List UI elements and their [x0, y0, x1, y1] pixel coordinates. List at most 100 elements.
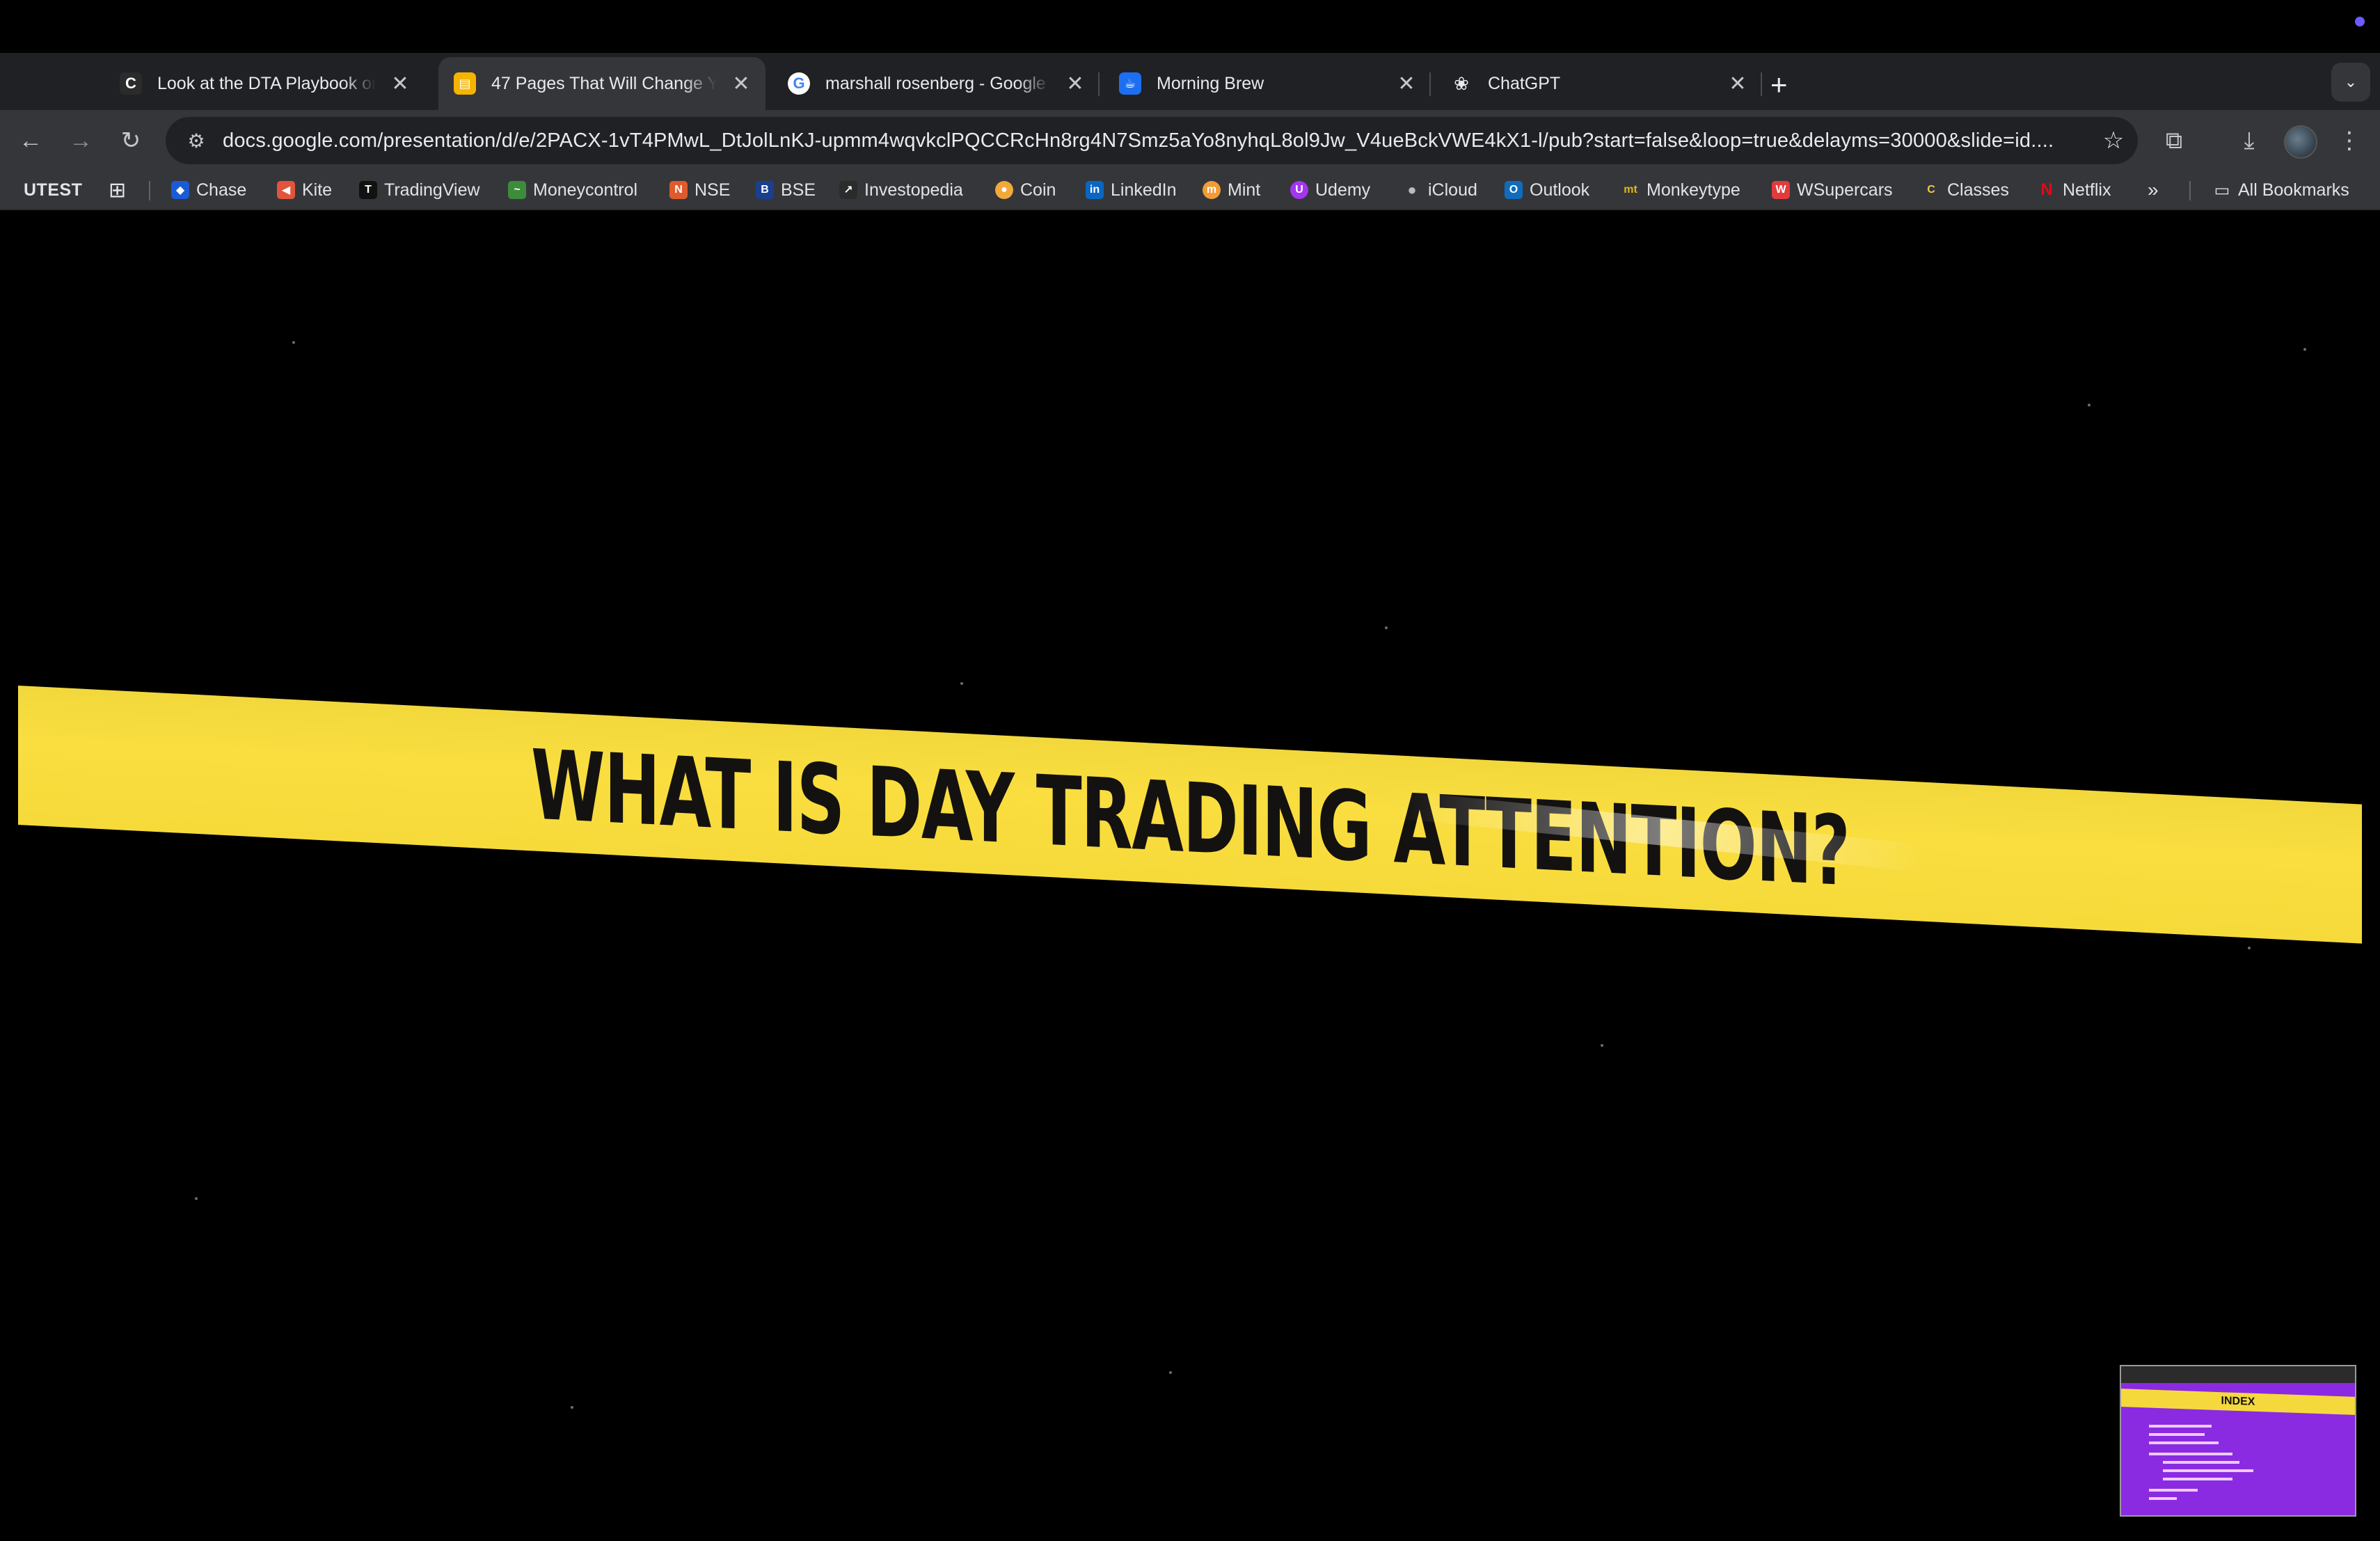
- thumbnail-text-line: [2149, 1453, 2232, 1455]
- bookmark-label: Udemy: [1315, 180, 1371, 200]
- close-tab-icon[interactable]: ✕: [1066, 72, 1084, 96]
- back-arrow-icon[interactable]: ←: [13, 123, 49, 159]
- bookmark-chase[interactable]: ◆ Chase: [171, 177, 246, 203]
- bookmark-wsupercars[interactable]: W WSupercars: [1772, 177, 1893, 203]
- bookmark-label: LinkedIn: [1111, 180, 1177, 200]
- menu-kebab-icon[interactable]: ⋮: [2331, 123, 2367, 159]
- status-dot-icon: [2355, 17, 2365, 26]
- investopedia-icon: ↗: [839, 181, 857, 199]
- bookmark-label: Outlook: [1530, 180, 1590, 200]
- profile-avatar[interactable]: [2284, 125, 2317, 159]
- folder-icon: ▭: [2214, 180, 2230, 200]
- bookmark-outlook[interactable]: O Outlook: [1505, 177, 1589, 203]
- bookmark-label: Moneycontrol: [533, 180, 638, 200]
- tradingview-icon: T: [359, 181, 377, 199]
- dust-speck: [960, 682, 963, 685]
- tab-title: ChatGPT: [1488, 73, 1561, 93]
- bookmark-mint[interactable]: m Mint: [1203, 177, 1260, 203]
- tab-chatgpt[interactable]: ❀ ChatGPT ✕: [1435, 57, 1762, 110]
- thumbnail-text-line: [2163, 1478, 2232, 1480]
- forward-arrow-icon[interactable]: →: [63, 123, 99, 159]
- nse-icon: N: [669, 181, 688, 199]
- wsupercars-icon: W: [1772, 181, 1790, 199]
- bookmark-all-bookmarks[interactable]: ▭ All Bookmarks: [2213, 177, 2349, 203]
- close-tab-icon[interactable]: ✕: [1729, 72, 1747, 96]
- tab-47-pages[interactable]: ▤ 47 Pages That Will Change Yo ✕: [438, 57, 765, 110]
- tab-morning-brew[interactable]: ☕ Morning Brew ✕: [1104, 57, 1431, 110]
- bookmark-icloud[interactable]: ● iCloud: [1403, 177, 1477, 203]
- slide-headline: WHAT IS DAY TRADING ATTENTION?: [530, 728, 1850, 908]
- bookmark-nse[interactable]: N NSE: [669, 177, 730, 203]
- apps-grid-icon[interactable]: ⊞: [109, 177, 126, 203]
- apple-icon: ●: [1407, 181, 1417, 198]
- reload-icon[interactable]: ↻: [113, 123, 149, 159]
- coin-icon: ●: [995, 181, 1013, 199]
- bookmark-label: All Bookmarks: [2238, 180, 2349, 200]
- bookmark-utest[interactable]: UTEST: [24, 177, 82, 203]
- bookmark-kite[interactable]: ◀ Kite: [277, 177, 332, 203]
- site-info-icon[interactable]: ⚙: [175, 129, 217, 152]
- bookmark-netflix[interactable]: N Netflix: [2038, 177, 2111, 203]
- bookmark-coin[interactable]: ● Coin: [995, 177, 1056, 203]
- morning-brew-favicon-icon: ☕: [1119, 72, 1141, 95]
- bookmark-label: Mint: [1228, 180, 1261, 200]
- thumbnail-heading: INDEX: [2221, 1395, 2255, 1408]
- dust-speck: [292, 341, 295, 344]
- udemy-icon: U: [1290, 181, 1308, 199]
- bookmark-label: UTEST: [24, 180, 83, 200]
- bookmark-classes[interactable]: C Classes: [1922, 177, 2009, 203]
- linkedin-icon: in: [1086, 181, 1104, 199]
- bookmark-moneycontrol[interactable]: ~ Moneycontrol: [508, 177, 637, 203]
- dust-speck: [2088, 404, 2091, 406]
- bookmark-star-icon[interactable]: ☆: [2089, 127, 2138, 155]
- tab-title: 47 Pages That Will Change Yo: [491, 73, 717, 93]
- tab-separator: [1098, 72, 1100, 96]
- browser-toolbar: ← → ↻ ⚙ docs.google.com/presentation/d/e…: [0, 110, 2380, 171]
- extensions-puzzle-icon[interactable]: ⧉: [2156, 123, 2192, 159]
- dust-speck: [2248, 947, 2251, 949]
- chase-icon: ◆: [171, 181, 189, 199]
- bookmark-label: Chase: [196, 180, 247, 200]
- close-tab-icon[interactable]: ✕: [732, 72, 750, 96]
- close-tab-icon[interactable]: ✕: [391, 72, 409, 96]
- bookmarks-bar: UTEST ⊞ ◆ Chase ◀ Kite T TradingView ~ Money…: [0, 171, 2380, 210]
- dust-speck: [2303, 348, 2306, 351]
- bookmark-linkedin[interactable]: in LinkedIn: [1086, 177, 1177, 203]
- bookmark-bse[interactable]: B BSE: [756, 177, 816, 203]
- slide-thumbnail-preview[interactable]: INDEX: [2120, 1365, 2356, 1517]
- dust-speck: [1385, 626, 1388, 629]
- bookmark-label: Monkeytype: [1647, 180, 1740, 200]
- downloads-icon[interactable]: ⤓: [2231, 123, 2267, 159]
- tab-marshall-rosenberg[interactable]: G marshall rosenberg - Google S ✕: [772, 57, 1100, 110]
- bookmark-label: BSE: [781, 180, 816, 200]
- tab-title: Morning Brew: [1157, 73, 1264, 93]
- outlook-icon: O: [1505, 181, 1523, 199]
- thumbnail-text-line: [2163, 1469, 2253, 1472]
- bookmark-tradingview[interactable]: T TradingView: [359, 177, 480, 203]
- kite-icon: ◀: [277, 181, 295, 199]
- bookmark-label: Investopedia: [864, 180, 963, 200]
- bookmark-udemy[interactable]: U Udemy: [1290, 177, 1370, 203]
- dust-speck: [195, 1197, 198, 1200]
- more-bookmarks-chevron-icon[interactable]: »: [2148, 177, 2159, 203]
- bookmark-separator: [2189, 181, 2191, 200]
- bookmark-investopedia[interactable]: ↗ Investopedia: [839, 177, 963, 203]
- bookmark-separator: [149, 181, 150, 200]
- new-tab-icon[interactable]: +: [1770, 64, 1788, 106]
- bookmark-monkeytype[interactable]: mt Monkeytype: [1621, 177, 1740, 203]
- tab-search-chevron-icon[interactable]: ⌄: [2331, 63, 2370, 102]
- bookmark-label: TradingView: [384, 180, 480, 200]
- thumbnail-text-line: [2163, 1461, 2239, 1464]
- tab-separator: [1429, 72, 1431, 96]
- close-tab-icon[interactable]: ✕: [1397, 72, 1415, 96]
- bookmark-label: Classes: [1947, 180, 2009, 200]
- address-bar[interactable]: ⚙ docs.google.com/presentation/d/e/2PACX…: [166, 117, 2138, 164]
- url-text[interactable]: docs.google.com/presentation/d/e/2PACX-1…: [223, 129, 2089, 152]
- tab-dta-playbook[interactable]: C Look at the DTA Playbook on ✕: [104, 57, 425, 110]
- google-favicon-icon: G: [788, 72, 810, 95]
- presentation-slide[interactable]: WHAT IS DAY TRADING ATTENTION? INDEX: [0, 223, 2380, 1541]
- bookmark-label: Netflix: [2063, 180, 2111, 200]
- thumbnail-text-line: [2149, 1441, 2219, 1444]
- classes-icon: C: [1927, 184, 1935, 196]
- thumbnail-text-line: [2149, 1425, 2212, 1428]
